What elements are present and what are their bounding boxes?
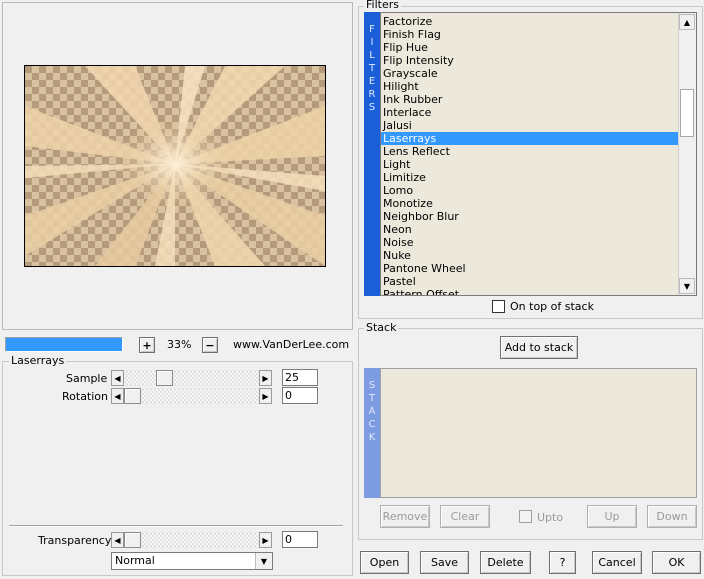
website-link[interactable]: www.VanDerLee.com	[233, 338, 349, 351]
stack-letter: C	[368, 419, 376, 430]
help-button[interactable]: ?	[549, 551, 576, 574]
filters-scrollbar[interactable]: ▲ ▼	[678, 13, 696, 295]
zoom-out-button[interactable]: −	[202, 337, 218, 353]
filter-list-item[interactable]: Nuke	[381, 249, 681, 262]
rotation-decrease-button[interactable]: ◀	[111, 388, 124, 404]
chevron-down-icon[interactable]: ▼	[255, 553, 272, 569]
rotation-label: Rotation	[62, 390, 109, 403]
sample-slider-thumb[interactable]	[156, 370, 173, 386]
filter-list-item[interactable]: Pantone Wheel	[381, 262, 681, 275]
scroll-up-button[interactable]: ▲	[679, 14, 695, 30]
filters-letter: T	[368, 63, 376, 74]
clear-button[interactable]: Clear	[440, 505, 490, 528]
filter-list-item[interactable]: Interlace	[381, 106, 681, 119]
transparency-increase-button[interactable]: ▶	[259, 532, 272, 548]
filters-list[interactable]: Factorize Finish Flag Flip Hue Flip Intensi…	[380, 12, 697, 296]
rotation-slider[interactable]	[124, 388, 259, 404]
filters-letter: E	[368, 76, 376, 87]
params-group-title: Laserrays	[9, 354, 67, 367]
filter-list-item[interactable]: Factorize	[381, 15, 681, 28]
on-top-label: On top of stack	[510, 300, 594, 313]
upto-label: Upto	[537, 511, 564, 524]
up-button[interactable]: Up	[587, 505, 637, 528]
filters-letter: F	[369, 24, 375, 35]
filters-sidebar: F I L T E R S	[364, 12, 380, 296]
save-button[interactable]: Save	[420, 551, 469, 574]
blend-mode-select[interactable]: Normal ▼	[111, 552, 273, 570]
transparency-slider[interactable]	[124, 532, 259, 548]
filter-list-item[interactable]: Neon	[381, 223, 681, 236]
preview-image[interactable]	[24, 65, 326, 267]
filter-list-item[interactable]: Flip Hue	[381, 41, 681, 54]
filter-list-item[interactable]: Laserrays	[381, 132, 681, 145]
delete-button[interactable]: Delete	[480, 551, 531, 574]
upto-checkbox[interactable]	[519, 510, 532, 523]
stack-letter: T	[368, 393, 376, 404]
filters-letter: R	[368, 89, 376, 100]
stack-sidebar: S T A C K	[364, 368, 380, 498]
rotation-input[interactable]: 0	[282, 387, 318, 404]
sample-input[interactable]: 25	[282, 369, 318, 386]
sample-slider[interactable]	[124, 370, 259, 386]
open-button[interactable]: Open	[360, 551, 409, 574]
add-to-stack-button[interactable]: Add to stack	[500, 336, 578, 359]
filters-letter: I	[370, 37, 374, 48]
transparency-input[interactable]: 0	[282, 531, 318, 548]
remove-button[interactable]: Remove	[380, 505, 430, 528]
filter-list-item[interactable]: Lomo	[381, 184, 681, 197]
sample-label: Sample	[66, 372, 108, 385]
rotation-slider-thumb[interactable]	[124, 388, 141, 404]
filter-list-item[interactable]: Pastel	[381, 275, 681, 288]
scroll-down-button[interactable]: ▼	[679, 278, 695, 294]
filter-list-item[interactable]: Pattern Offset	[381, 288, 681, 295]
filters-scroll-thumb[interactable]	[680, 89, 694, 137]
filter-list-item[interactable]: Grayscale	[381, 67, 681, 80]
filters-letter: L	[369, 50, 375, 61]
filter-list-item[interactable]: Monotize	[381, 197, 681, 210]
filter-list-item[interactable]: Ink Rubber	[381, 93, 681, 106]
filter-list-item[interactable]: Flip Intensity	[381, 54, 681, 67]
filters-letter: S	[368, 102, 376, 113]
stack-letter: S	[368, 380, 376, 391]
sample-decrease-button[interactable]: ◀	[111, 370, 124, 386]
ok-button[interactable]: OK	[652, 551, 701, 574]
transparency-slider-thumb[interactable]	[124, 532, 141, 548]
filter-list-item[interactable]: Light	[381, 158, 681, 171]
blend-mode-value: Normal	[115, 554, 155, 567]
stack-letter: K	[368, 432, 376, 443]
transparency-decrease-button[interactable]: ◀	[111, 532, 124, 548]
zoom-level: 33%	[167, 338, 192, 351]
filter-list-item[interactable]: Jalusi	[381, 119, 681, 132]
zoom-in-button[interactable]: +	[139, 337, 155, 353]
filter-list-item[interactable]: Noise	[381, 236, 681, 249]
filter-list-item[interactable]: Neighbor Blur	[381, 210, 681, 223]
stack-letter: A	[368, 406, 376, 417]
sample-increase-button[interactable]: ▶	[259, 370, 272, 386]
filter-list-item[interactable]: Limitize	[381, 171, 681, 184]
filter-list-item[interactable]: Finish Flag	[381, 28, 681, 41]
transparency-divider	[9, 525, 343, 527]
progress-fill	[6, 338, 122, 351]
filters-group-title: Filters	[364, 0, 401, 11]
on-top-checkbox[interactable]	[492, 300, 505, 313]
filter-list-item[interactable]: Lens Reflect	[381, 145, 681, 158]
filter-list-item[interactable]: Hilight	[381, 80, 681, 93]
stack-group-title: Stack	[364, 321, 399, 334]
cancel-button[interactable]: Cancel	[592, 551, 642, 574]
progress-bar	[5, 337, 123, 352]
stack-list[interactable]	[380, 368, 697, 498]
down-button[interactable]: Down	[647, 505, 697, 528]
rotation-increase-button[interactable]: ▶	[259, 388, 272, 404]
transparency-label: Transparency	[38, 534, 112, 547]
